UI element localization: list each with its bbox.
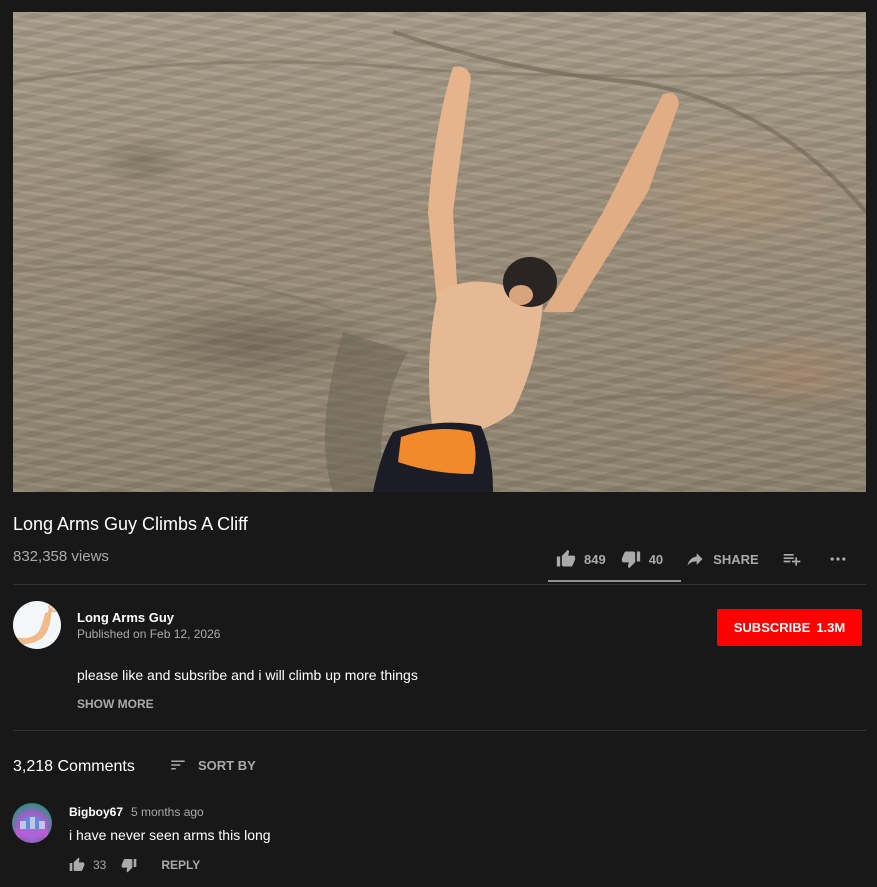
share-label: SHARE bbox=[713, 551, 759, 567]
sort-icon bbox=[171, 760, 185, 770]
divider bbox=[13, 730, 866, 731]
cliff-climber-image bbox=[13, 30, 866, 492]
comment-dislike-button[interactable] bbox=[121, 857, 137, 873]
commenter-avatar[interactable] bbox=[12, 803, 52, 843]
comment-like-count: 33 bbox=[93, 858, 107, 872]
video-title: Long Arms Guy Climbs A Cliff bbox=[13, 514, 248, 534]
divider bbox=[13, 584, 866, 585]
comment-actions: 33 REPLY bbox=[69, 857, 200, 873]
channel-name[interactable]: Long Arms Guy bbox=[77, 610, 174, 625]
video-description: please like and subsribe and i will clim… bbox=[77, 667, 418, 683]
thumbs-down-icon bbox=[621, 551, 640, 569]
comment-author[interactable]: Bigboy67 bbox=[69, 805, 123, 819]
playlist-add-icon bbox=[783, 554, 801, 566]
show-more-button[interactable]: SHOW MORE bbox=[77, 697, 154, 711]
thumbs-up-icon bbox=[556, 549, 576, 567]
comment-timestamp[interactable]: 5 months ago bbox=[131, 805, 204, 819]
more-horizontal-icon bbox=[830, 557, 846, 561]
view-count: 832,358 views bbox=[13, 548, 109, 565]
reply-button[interactable]: REPLY bbox=[161, 858, 200, 872]
video-player[interactable] bbox=[13, 12, 866, 492]
like-dislike-ratio-bar bbox=[548, 580, 681, 582]
sort-comments-button[interactable]: SORT BY bbox=[168, 756, 256, 774]
dislike-button[interactable]: 40 bbox=[621, 549, 663, 569]
avatar-image bbox=[16, 817, 48, 837]
save-to-playlist-button[interactable] bbox=[781, 549, 803, 569]
share-button[interactable]: SHARE bbox=[685, 549, 759, 569]
subscriber-count: 1.3M bbox=[816, 620, 846, 635]
dislike-count: 40 bbox=[648, 551, 664, 567]
subscribe-button[interactable]: SUBSCRIBE 1.3M bbox=[717, 609, 862, 646]
like-button[interactable]: 849 bbox=[556, 549, 606, 569]
comment-like-button[interactable] bbox=[69, 857, 85, 873]
more-actions-button[interactable] bbox=[828, 549, 848, 569]
comment-text: i have never seen arms this long bbox=[69, 827, 271, 843]
subscribe-label: SUBSCRIBE bbox=[733, 620, 811, 635]
video-actions: 849 40 SHARE bbox=[548, 548, 848, 570]
publish-date: Published on Feb 12, 2026 bbox=[77, 627, 221, 641]
like-ratio-fill bbox=[548, 580, 675, 582]
share-arrow-icon bbox=[687, 553, 703, 566]
comment-count: 3,218 Comments bbox=[13, 758, 135, 775]
flexed-arm-icon bbox=[15, 603, 57, 645]
sort-label: SORT BY bbox=[198, 757, 256, 773]
like-count: 849 bbox=[584, 551, 606, 567]
channel-avatar[interactable] bbox=[13, 601, 61, 649]
